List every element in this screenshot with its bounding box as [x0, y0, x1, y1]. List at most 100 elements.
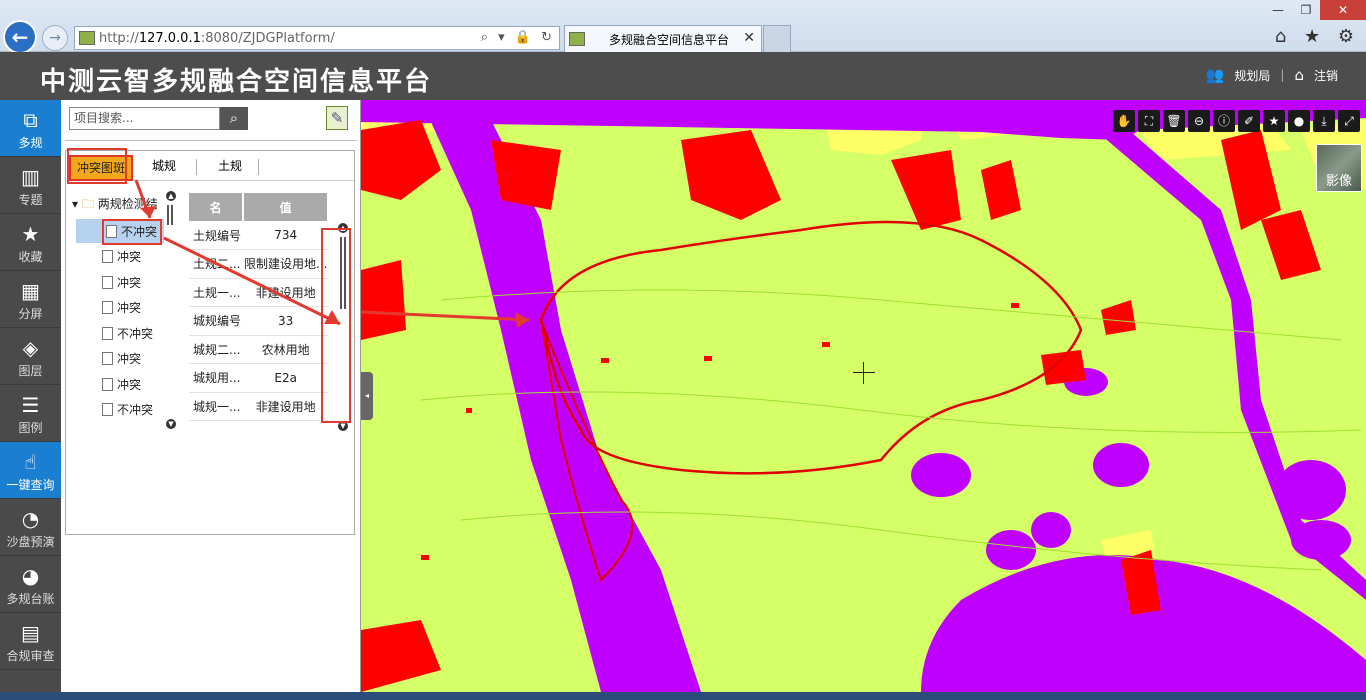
tree-item[interactable]: 冲突	[102, 347, 141, 371]
red-area	[361, 620, 441, 692]
nav-item-stack[interactable]: ◈ 图层	[0, 328, 61, 385]
tree-item[interactable]: 不冲突	[102, 398, 153, 422]
project-search-input[interactable]: 项目搜索...	[69, 107, 220, 130]
back-button[interactable]: ←	[3, 20, 37, 54]
red-area	[891, 150, 961, 230]
table-row[interactable]: 城规一... 非建设用地	[189, 392, 328, 421]
full-extent-icon[interactable]: ⛶	[1138, 110, 1160, 132]
red-patch	[704, 356, 712, 361]
red-area	[681, 130, 781, 220]
nav-item-query[interactable]: ☝ 一键查询	[0, 442, 61, 499]
forward-button[interactable]: →	[42, 25, 68, 51]
nav-item-label: 图层	[18, 364, 43, 378]
attr-value-cell: 非建设用地	[243, 392, 328, 421]
purple-blob	[1031, 512, 1071, 548]
attr-name-cell: 城规一...	[189, 392, 244, 421]
search-refresh-icons[interactable]: ⌕ ▾ 🔒 ↻	[481, 30, 555, 45]
user-icon: 👥	[1205, 66, 1225, 84]
nav-item-list[interactable]: ☰ 图例	[0, 385, 61, 442]
nav-item-label: 分屏	[18, 307, 43, 321]
nav-item-briefcase[interactable]: ▤ 合规审查	[0, 613, 61, 670]
pan-icon[interactable]: ✋	[1113, 110, 1135, 132]
nav-item-label: 沙盘预演	[6, 535, 55, 549]
app-title: 中测云智多规融合空间信息平台	[40, 67, 433, 97]
selected-boundary	[539, 220, 1083, 475]
red-area	[1261, 210, 1321, 280]
close-window-icon[interactable]: ✕	[1320, 0, 1366, 20]
tree-item[interactable]: 冲突	[102, 372, 141, 396]
purple-blob	[1291, 520, 1351, 560]
annotation-arrows	[134, 179, 341, 326]
query-icon: ☝	[24, 450, 37, 474]
favorite-icon[interactable]: ★	[1263, 110, 1285, 132]
zoom-out-icon[interactable]: ⊖	[1188, 110, 1210, 132]
nav-item-label: 一键查询	[6, 478, 55, 492]
edit-icon[interactable]: ✎	[326, 106, 348, 130]
layers-icon: ⧉	[23, 108, 38, 132]
purple-blob	[1093, 443, 1149, 487]
nav-item-layers[interactable]: ⧉ 多规	[0, 100, 61, 157]
measure-icon[interactable]: ✐	[1238, 110, 1260, 132]
restore-icon[interactable]: ❐	[1292, 0, 1320, 20]
purple-blob	[1276, 460, 1346, 520]
nav-item-pie[interactable]: ◕ 多规台账	[0, 556, 61, 613]
address-bar[interactable]: http://127.0.0.1:8080/ZJDGPlatform/ ⌕ ▾ …	[74, 26, 560, 50]
user-area: 👥 规划局 | ⌂ 注销	[1206, 66, 1338, 84]
map-toolbar: ✋ ⛶ 🗑 ⊖ ⓘ ✐ ★ ● ⤓ ⤢	[1113, 110, 1360, 132]
star-icon: ★	[21, 222, 40, 246]
red-patch	[1011, 303, 1019, 308]
nav-item-star[interactable]: ★ 收藏	[0, 214, 61, 271]
nav-item-label: 多规	[18, 136, 43, 150]
nav-item-chart[interactable]: ▥ 专题	[0, 157, 61, 214]
nav-item-grid[interactable]: ▦ 分屏	[0, 271, 61, 328]
new-tab-button[interactable]	[763, 25, 791, 52]
favicon-icon	[79, 31, 95, 45]
browser-tab[interactable]: 多规融合空间信息平台 ✕	[564, 25, 762, 52]
red-patch	[822, 342, 830, 347]
home-icon[interactable]: ⌂	[1294, 66, 1304, 84]
separator: |	[1280, 68, 1285, 82]
browser-toolbar: ← → http://127.0.0.1:8080/ZJDGPlatform/ …	[0, 0, 1366, 54]
table-row[interactable]: 城规用... E2a	[189, 363, 328, 393]
download-icon[interactable]: ⤓	[1313, 110, 1335, 132]
attr-value-cell: 农林用地	[243, 335, 328, 364]
list-icon: ☰	[21, 393, 40, 417]
table-row[interactable]: 城规二... 农林用地	[189, 335, 328, 364]
tree-item-label: 不冲突	[117, 403, 154, 417]
purple-blob	[911, 453, 971, 497]
tab-favicon-icon	[569, 32, 585, 46]
chart-icon: ▥	[21, 165, 40, 189]
pie-icon: ◕	[21, 564, 40, 588]
document-icon	[102, 352, 113, 365]
divider	[65, 140, 357, 141]
marker-icon[interactable]: ●	[1288, 110, 1310, 132]
collapse-panel-button[interactable]: ◂	[361, 372, 373, 420]
purple-blob	[986, 530, 1036, 570]
gauge-icon: ◔	[21, 507, 40, 531]
tree-item-label: 冲突	[117, 352, 142, 366]
red-patch	[466, 408, 472, 413]
attr-name-cell: 城规用...	[189, 363, 244, 393]
stack-icon: ◈	[22, 336, 39, 360]
url-text: http://127.0.0.1:8080/ZJDGPlatform/	[99, 30, 335, 46]
search-button[interactable]: ⌕	[220, 107, 248, 130]
attr-value-cell: E2a	[243, 363, 328, 393]
minimize-icon[interactable]: —	[1264, 0, 1292, 20]
nav-item-label: 图例	[18, 421, 43, 435]
nav-item-label: 多规台账	[6, 592, 55, 606]
browser-tools-icons[interactable]: ⌂ ★ ⚙	[1275, 26, 1360, 47]
fullscreen-icon[interactable]: ⤢	[1338, 110, 1360, 132]
document-icon	[102, 403, 113, 416]
briefcase-icon: ▤	[21, 621, 40, 645]
red-patch	[421, 555, 429, 560]
left-nav: ⧉ 多规 ▥ 专题 ★ 收藏 ▦ 分屏 ◈ 图层 ☰ 图例 ☝ 一键查询 ◔ 沙盘预演 ◕ 多规台账 ▤ 合规审查	[0, 100, 61, 700]
nav-item-gauge[interactable]: ◔ 沙盘预演	[0, 499, 61, 556]
info-icon[interactable]: ⓘ	[1213, 110, 1235, 132]
taskbar	[0, 692, 1366, 700]
scroll-down-icon[interactable]: ▼	[166, 419, 176, 429]
logout-link[interactable]: 注销	[1314, 67, 1338, 84]
tab-close-icon[interactable]: ✕	[743, 30, 755, 46]
user-label[interactable]: 规划局	[1234, 67, 1270, 84]
basemap-switch[interactable]: 影像	[1316, 144, 1362, 192]
delete-icon[interactable]: 🗑	[1163, 110, 1185, 132]
